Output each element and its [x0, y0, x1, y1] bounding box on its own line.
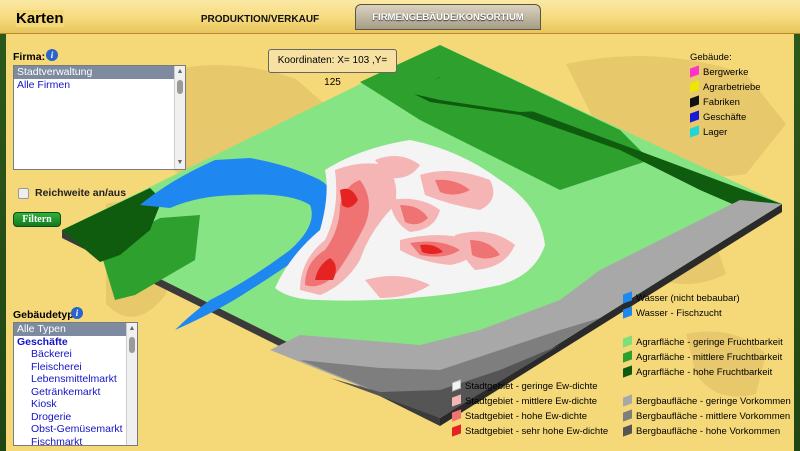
bergwerke-icon: [690, 65, 699, 78]
legend-lager: Lager: [690, 125, 727, 138]
firma-label: Firma:: [13, 51, 46, 63]
bergbau-icon: [623, 424, 632, 437]
geschaefte-icon: [690, 110, 699, 123]
agrarbetriebe-icon: [690, 80, 699, 93]
fabriken-icon: [690, 95, 699, 108]
legend-stadt-hohe: Stadtgebiet - hohe Ew-dichte: [452, 409, 587, 422]
scroll-up-icon[interactable]: ▲: [175, 67, 185, 77]
legend-berg-mittlere: Bergbaufläche - mittlere Vorkommen: [623, 409, 790, 422]
wasser-icon: [623, 306, 632, 319]
gebaeudetyp-scrollbar[interactable]: ▲: [126, 323, 137, 445]
firma-listbox[interactable]: Stadtverwaltung Alle Firmen ▲ ▼: [13, 65, 186, 170]
gebaeudetyp-item[interactable]: Getränkemarkt: [14, 386, 137, 399]
gebaeudetyp-label: Gebäudetyp:: [13, 309, 78, 321]
reichweite-checkbox[interactable]: [18, 188, 29, 199]
legend-geschaefte: Geschäfte: [690, 110, 746, 123]
gebaeudetyp-item[interactable]: Drogerie: [14, 411, 137, 424]
reichweite-label: Reichweite an/aus: [35, 187, 127, 199]
bergbau-icon: [623, 409, 632, 422]
gebaeudetyp-item[interactable]: Geschäfte: [14, 336, 137, 349]
legend-fabriken: Fabriken: [690, 95, 740, 108]
stadt-icon: [452, 394, 461, 407]
coordinates-display: Koordinaten: X= 103 ,Y= 125: [268, 49, 397, 88]
legend-agrar-geringe: Agrarfläche - geringe Fruchtbarkeit: [623, 335, 783, 348]
lager-icon: [690, 125, 699, 138]
gebaeudetyp-item[interactable]: Fleischerei: [14, 361, 137, 374]
gebaeude-legend-title: Gebäude:: [690, 52, 732, 63]
legend-agrar-hohe: Agrarfläche - hohe Fruchtbarkeit: [623, 365, 772, 378]
legend-bergwerke: Bergwerke: [690, 65, 748, 78]
legend-berg-hohe: Bergbaufläche - hohe Vorkommen: [623, 424, 780, 437]
scroll-thumb[interactable]: [129, 337, 135, 353]
filter-button[interactable]: Filtern: [13, 212, 61, 227]
gebaeudetyp-item[interactable]: Alle Typen: [14, 323, 137, 336]
gebaeudetyp-item[interactable]: Fischmarkt: [14, 436, 137, 446]
stadt-icon: [452, 379, 461, 392]
legend-stadt-sehr-hohe: Stadtgebiet - sehr hohe Ew-dichte: [452, 424, 608, 437]
legend-agrarbetriebe: Agrarbetriebe: [690, 80, 761, 93]
gebaeudetyp-item[interactable]: Bäckerei: [14, 348, 137, 361]
bergbau-icon: [623, 394, 632, 407]
gebaeudetyp-item[interactable]: Lebensmittelmarkt: [14, 373, 137, 386]
firma-scrollbar[interactable]: ▲ ▼: [174, 66, 185, 169]
info-icon[interactable]: i: [46, 49, 58, 61]
legend-stadt-geringe: Stadtgebiet - geringe Ew-dichte: [452, 379, 598, 392]
legend-berg-geringe: Bergbaufläche - geringe Vorkommen: [623, 394, 791, 407]
wasser-icon: [623, 291, 632, 304]
gebaeudetyp-listbox[interactable]: Alle Typen Geschäfte Bäckerei Fleischere…: [13, 322, 138, 446]
firma-item-alle-firmen[interactable]: Alle Firmen: [14, 79, 185, 92]
agrar-icon: [623, 350, 632, 363]
stadt-icon: [452, 424, 461, 437]
stadt-icon: [452, 409, 461, 422]
firma-item-stadtverwaltung[interactable]: Stadtverwaltung: [14, 66, 185, 79]
agrar-icon: [623, 365, 632, 378]
scroll-thumb[interactable]: [177, 80, 183, 94]
legend-agrar-mittlere: Agrarfläche - mittlere Fruchtbarkeit: [623, 350, 782, 363]
info-icon[interactable]: i: [71, 307, 83, 319]
legend-wasser-fischzucht: Wasser - Fischzucht: [623, 306, 722, 319]
gebaeudetyp-item[interactable]: Obst-Gemüsemarkt: [14, 423, 137, 436]
legend-wasser-nicht-bebaubar: Wasser (nicht bebaubar): [623, 291, 740, 304]
gebaeudetyp-item[interactable]: Kiosk: [14, 398, 137, 411]
legend-stadt-mittlere: Stadtgebiet - mittlere Ew-dichte: [452, 394, 597, 407]
agrar-icon: [623, 335, 632, 348]
scroll-up-icon[interactable]: ▲: [127, 324, 137, 334]
scroll-down-icon[interactable]: ▼: [175, 158, 185, 168]
